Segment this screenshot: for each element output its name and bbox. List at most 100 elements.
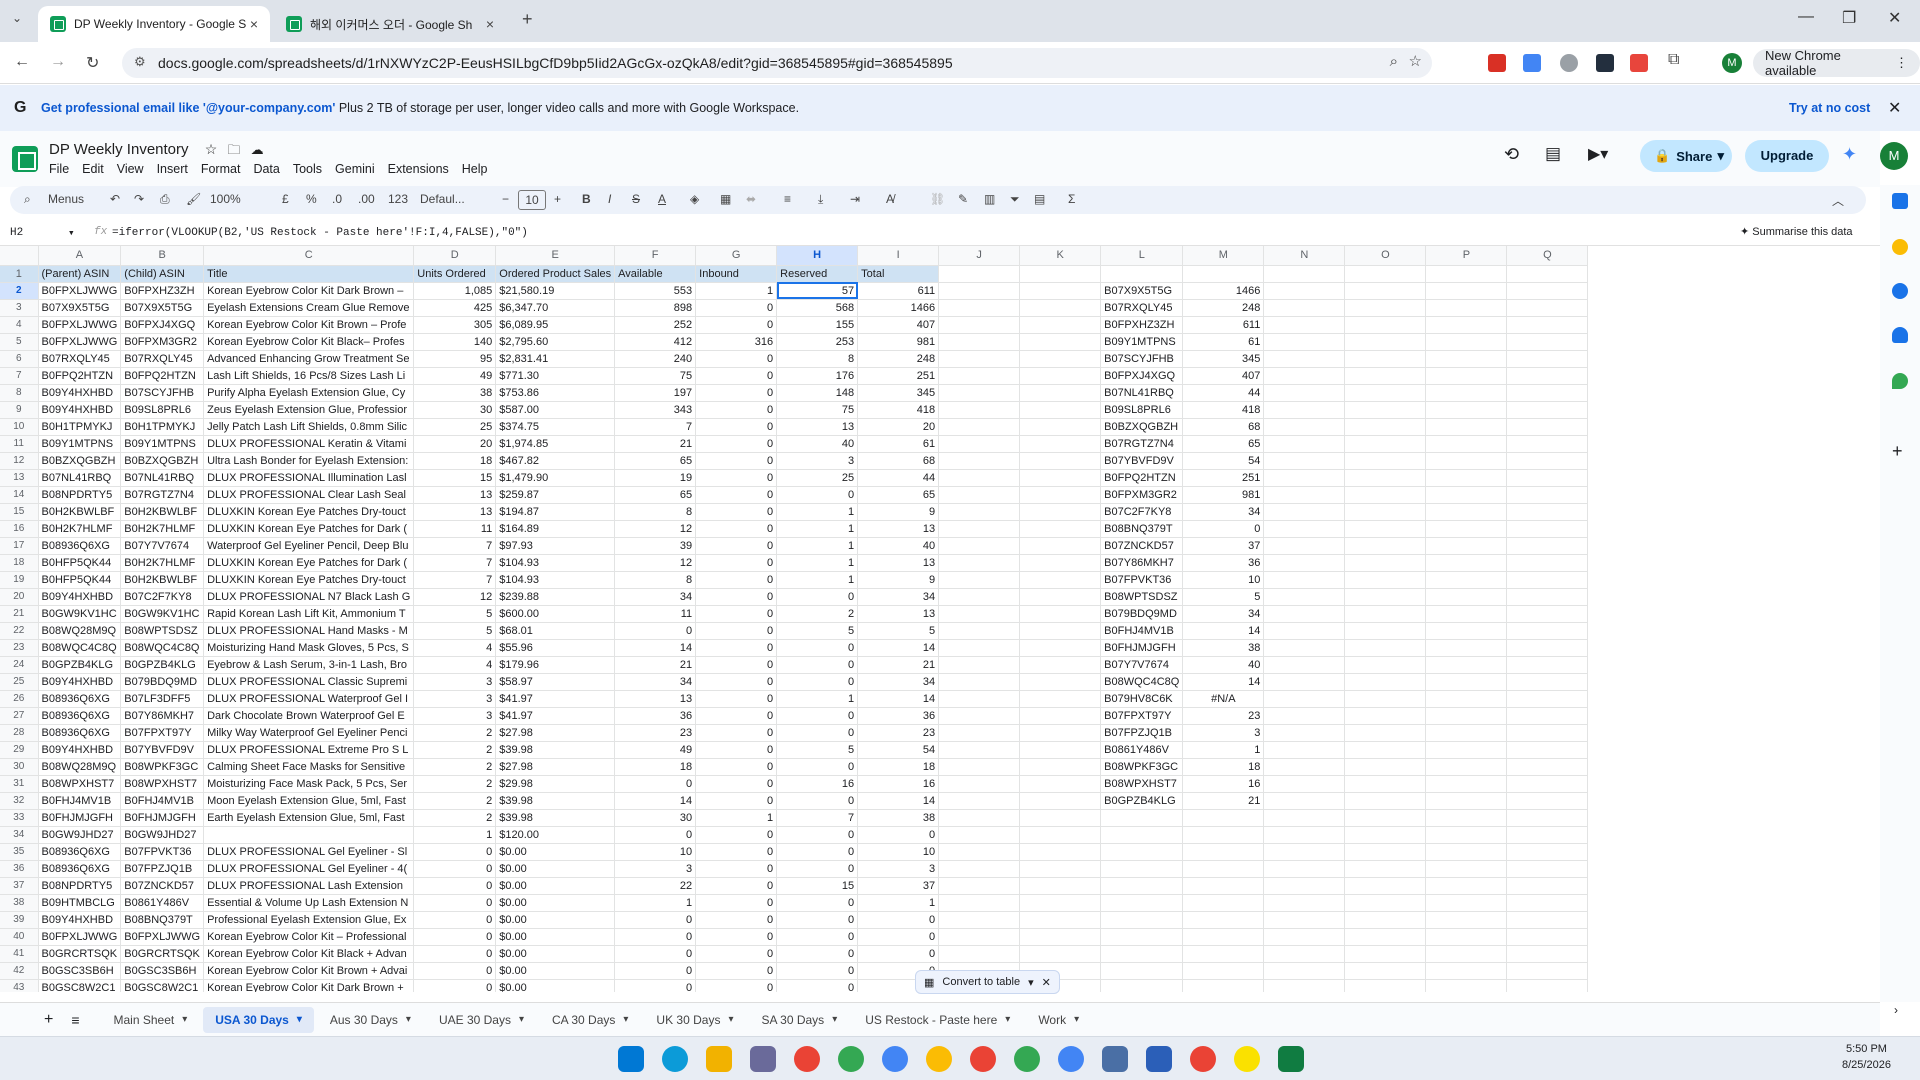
cell[interactable]: 1 [776,520,859,538]
cell[interactable]: $29.98 [495,775,616,793]
reload-icon[interactable]: ↻ [86,53,99,73]
cell[interactable]: $0.00 [495,894,616,912]
cell[interactable]: 34 [1182,605,1265,623]
cell[interactable] [938,724,1021,742]
cell[interactable]: 44 [857,469,940,487]
cell[interactable]: 9 [857,571,940,589]
cell[interactable] [1344,860,1427,878]
cell[interactable]: 0 [776,860,859,878]
row-number[interactable]: 40 [0,928,39,946]
cell[interactable]: Waterproof Gel Eyeliner Pencil, Deep Blu [203,537,415,555]
cell[interactable] [1506,724,1589,742]
cell[interactable]: Korean Eyebrow Color Kit Dark Brown + [203,979,415,992]
cell[interactable]: B08WQ28M9Q [38,758,122,776]
cell[interactable] [938,367,1021,385]
cell[interactable] [1506,843,1589,861]
cell[interactable]: 1466 [1182,282,1265,300]
extension-red-icon[interactable] [1488,54,1506,72]
add-addon-icon[interactable]: + [1892,441,1903,462]
cell[interactable]: B07SCYJFHB [1100,350,1184,368]
undo-icon[interactable]: ↶ [110,192,120,206]
cell[interactable]: 0 [614,928,697,946]
cell[interactable]: 2 [413,792,497,810]
cell[interactable] [1506,690,1589,708]
menu-view[interactable]: View [117,162,144,176]
cell[interactable] [1263,486,1346,504]
cell[interactable]: 316 [695,333,778,351]
kakaotalk-icon[interactable] [1234,1046,1260,1072]
cell[interactable] [1263,843,1346,861]
close-banner-icon[interactable]: ✕ [1888,98,1901,118]
cell[interactable] [1263,894,1346,912]
cell[interactable]: B0H1TPMYKJ [38,418,122,436]
cell[interactable]: 0 [695,792,778,810]
cell[interactable] [1425,316,1508,334]
cell[interactable] [1425,979,1508,992]
cell[interactable]: 0 [776,894,859,912]
cell[interactable]: 75 [776,401,859,419]
cell[interactable]: 40 [857,537,940,555]
cell[interactable]: $120.00 [495,826,616,844]
cell[interactable]: 176 [776,367,859,385]
cell[interactable]: 345 [1182,350,1265,368]
cell[interactable] [938,299,1021,317]
cell[interactable]: 1 [776,503,859,521]
cell[interactable]: 553 [614,282,697,300]
cell[interactable]: 0 [695,486,778,504]
calendar-icon[interactable] [1892,193,1908,209]
cell[interactable] [1425,792,1508,810]
cell[interactable]: $239.88 [495,588,616,606]
cell[interactable]: 0 [695,826,778,844]
cell[interactable] [1019,503,1102,521]
cell[interactable] [938,622,1021,640]
cell[interactable] [1425,894,1508,912]
insert-chart-icon[interactable]: ▥ [984,192,995,206]
cell[interactable]: DLUX PROFESSIONAL Classic Supremi [203,673,415,691]
cell[interactable] [1344,690,1427,708]
cell[interactable]: 343 [614,401,697,419]
cell[interactable]: 14 [1182,622,1265,640]
column-header-k[interactable]: K [1019,246,1102,266]
bold-button[interactable]: B [582,192,591,206]
cell[interactable] [1506,622,1589,640]
cell[interactable]: 305 [413,316,497,334]
cell[interactable]: 0 [776,758,859,776]
cell[interactable]: B0FPXLJWWG [38,282,122,300]
cell[interactable]: $0.00 [495,945,616,963]
cell[interactable] [1344,520,1427,538]
cell[interactable] [1425,860,1508,878]
cell[interactable]: B0FHJMJGFH [1100,639,1184,657]
cell[interactable] [1263,452,1346,470]
name-box[interactable]: H2 [10,227,23,239]
cell[interactable]: B0BZXQGBZH [38,452,122,470]
cell[interactable]: 197 [614,384,697,402]
cell[interactable] [1263,826,1346,844]
cell[interactable]: 148 [776,384,859,402]
excel-icon[interactable] [1278,1046,1304,1072]
cell[interactable]: 251 [1182,469,1265,487]
cell[interactable]: 38 [857,809,940,827]
cell[interactable] [1506,588,1589,606]
cell[interactable]: Korean Eyebrow Color Kit Black– Profes [203,333,415,351]
cell[interactable]: B09Y1MTPNS [1100,333,1184,351]
cell[interactable] [1425,452,1508,470]
cell[interactable] [1506,656,1589,674]
cell[interactable] [938,741,1021,759]
row-number[interactable]: 41 [0,945,39,963]
version-history-icon[interactable]: ⟲ [1504,144,1519,165]
cell[interactable]: 0 [614,962,697,980]
cell[interactable]: B07NL41RBQ [38,469,122,487]
cell[interactable]: B0FPXJ4XGQ [1100,367,1184,385]
column-header-n[interactable]: N [1263,246,1346,266]
cell[interactable] [1344,333,1427,351]
cell[interactable] [1019,809,1102,827]
cell[interactable]: 0 [695,605,778,623]
cell[interactable]: 0 [413,962,497,980]
cell[interactable]: 0 [776,486,859,504]
cell[interactable] [1425,622,1508,640]
cell[interactable] [1506,503,1589,521]
sheet-tab-dropdown-icon[interactable]: ▾ [182,1014,187,1025]
cell[interactable] [1263,282,1346,300]
cell[interactable] [1344,894,1427,912]
cell[interactable]: DLUX PROFESSIONAL Gel Eyeliner - 4( [203,860,415,878]
